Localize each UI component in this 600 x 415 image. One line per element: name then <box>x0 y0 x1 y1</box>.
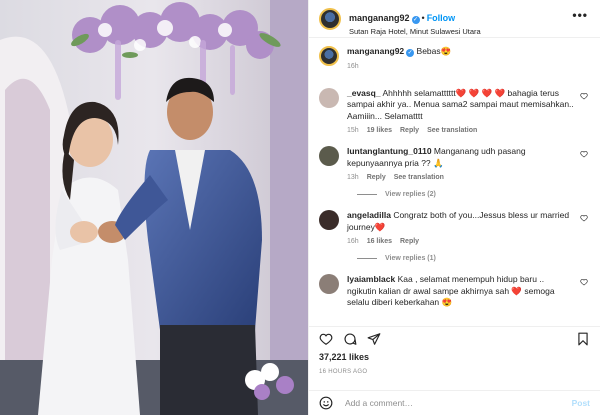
author-username[interactable]: manganang92 <box>349 13 410 23</box>
comment-username[interactable]: lyaiamblack <box>347 274 395 284</box>
comment-time: 13h <box>347 174 359 181</box>
comment-item: luntanglantung_0110 Manganang udh pasang… <box>319 146 590 181</box>
view-replies-button[interactable]: View replies (2) <box>357 191 590 198</box>
see-translation-button[interactable]: See translation <box>394 174 444 181</box>
author-avatar[interactable] <box>319 8 341 30</box>
comment-avatar[interactable] <box>319 146 339 166</box>
like-comment-heart-icon[interactable] <box>580 150 588 158</box>
author-info: manganang92 ✓ • Follow Sutan Raja Hotel, Mi… <box>349 8 481 36</box>
add-comment-input[interactable] <box>345 398 572 408</box>
reply-button[interactable]: Reply <box>400 127 419 134</box>
likes-count[interactable]: 37,221 likes <box>319 352 369 362</box>
post-location[interactable]: Sutan Raja Hotel, Minut Sulawesi Utara <box>349 27 481 36</box>
reply-button[interactable]: Reply <box>400 238 419 245</box>
post-header: manganang92 ✓ • Follow Sutan Raja Hotel, Mi… <box>309 0 600 38</box>
caption-emoji: 😍 <box>440 46 452 56</box>
caption-avatar[interactable] <box>319 46 339 66</box>
like-comment-heart-icon[interactable] <box>580 278 588 286</box>
add-comment-bar: Post <box>309 390 600 415</box>
follow-button[interactable]: Follow <box>427 13 456 23</box>
comment-avatar[interactable] <box>319 210 339 230</box>
comments-list[interactable]: manganang92 ✓ Bebas😍 16h _evasq_ Ahhhhh s… <box>309 38 600 320</box>
comment-item: _evasq_ Ahhhhh selamatttttt❤️ ❤️ ❤️ ❤️ b… <box>319 87 590 134</box>
comment-username[interactable]: _evasq_ <box>347 88 381 98</box>
bookmark-icon[interactable] <box>576 332 590 346</box>
comment-username[interactable]: angeladilla <box>347 210 391 220</box>
emoji-icon[interactable] <box>319 396 333 410</box>
separator-dot: • <box>421 13 425 23</box>
comment-item: lyaiamblack Kaa , selamat menempuh hidup… <box>319 274 590 309</box>
comment-username[interactable]: luntanglantung_0110 <box>347 146 432 156</box>
comment-time: 15h <box>347 127 359 134</box>
wedding-photo-illustration <box>0 0 308 415</box>
share-icon[interactable] <box>367 332 381 346</box>
comment-avatar[interactable] <box>319 87 339 108</box>
post-comment-button[interactable]: Post <box>572 398 590 408</box>
heart-emoji: ❤️ ❤️ ❤️ ❤️ <box>455 87 506 98</box>
like-comment-heart-icon[interactable] <box>580 92 588 100</box>
post-photo[interactable] <box>0 0 308 415</box>
more-options-icon[interactable]: ••• <box>572 8 588 22</box>
reply-button[interactable]: Reply <box>367 174 386 181</box>
caption: manganang92 ✓ Bebas😍 16h <box>319 46 590 70</box>
comment-likes[interactable]: 19 likes <box>367 127 392 134</box>
heart-icon[interactable] <box>319 332 333 346</box>
comment-likes[interactable]: 16 likes <box>367 238 392 245</box>
posted-time: 16 HOURS AGO <box>319 369 368 375</box>
comment-avatar[interactable] <box>319 274 339 294</box>
caption-time: 16h <box>347 62 359 70</box>
heart-emoji: ❤️ <box>374 221 386 232</box>
view-replies-button[interactable]: View replies (1) <box>357 255 590 262</box>
comment-text: Ahhhhh selamatttttt <box>382 87 456 98</box>
see-translation-button[interactable]: See translation <box>427 127 477 134</box>
heart-emoji: ❤️ <box>509 285 523 296</box>
caption-text: Bebas <box>416 46 441 56</box>
verified-badge-icon: ✓ <box>411 16 420 24</box>
comment-time: 16h <box>347 238 359 245</box>
comment-item: angeladilla Congratz both of you...Jessu… <box>319 210 590 245</box>
post-side-panel: manganang92 ✓ • Follow Sutan Raja Hotel, Mi… <box>308 0 600 415</box>
verified-badge-icon: ✓ <box>406 49 415 57</box>
caption-username[interactable]: manganang92 <box>347 46 404 56</box>
pray-emoji: 🙏 <box>430 157 444 168</box>
post-actions-bar <box>309 326 600 350</box>
comment-icon[interactable] <box>343 332 357 346</box>
like-comment-heart-icon[interactable] <box>580 214 588 222</box>
